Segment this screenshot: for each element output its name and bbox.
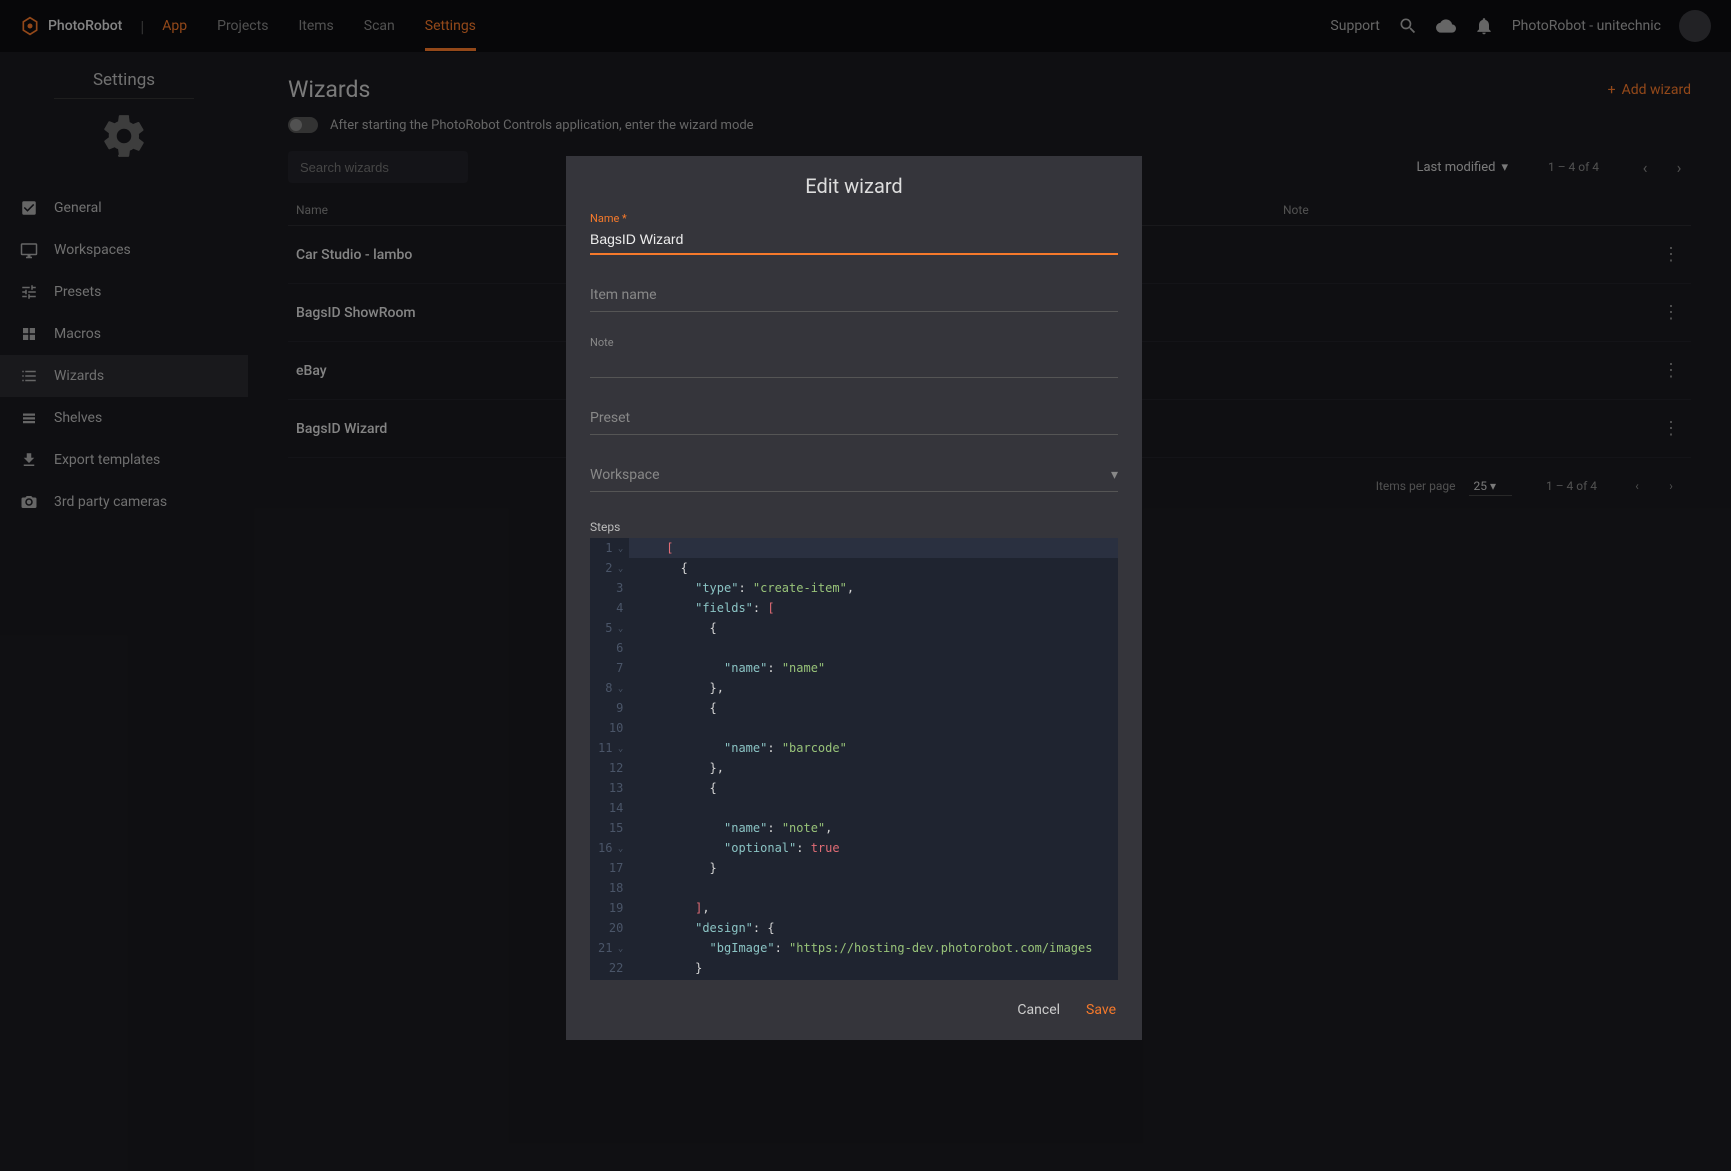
workspace-field[interactable]: Workspace ▾ [590, 459, 1118, 492]
note-field-label: Note [590, 336, 1118, 349]
steps-label: Steps [590, 520, 1118, 534]
edit-wizard-modal: Edit wizard Name * Item name Note Preset… [566, 156, 1142, 1040]
modal-title: Edit wizard [566, 156, 1142, 212]
preset-field[interactable]: Preset [590, 402, 1118, 435]
cancel-button[interactable]: Cancel [1017, 1002, 1060, 1018]
name-field-input[interactable] [590, 225, 1118, 255]
item-name-field[interactable]: Item name [590, 279, 1118, 312]
save-button[interactable]: Save [1086, 1002, 1116, 1018]
name-field-label: Name * [590, 212, 1118, 225]
note-field-input[interactable] [590, 349, 1118, 378]
chevron-down-icon: ▾ [1111, 467, 1118, 483]
steps-code-editor[interactable]: 1234567891011121314151617181920212223242… [590, 538, 1118, 980]
